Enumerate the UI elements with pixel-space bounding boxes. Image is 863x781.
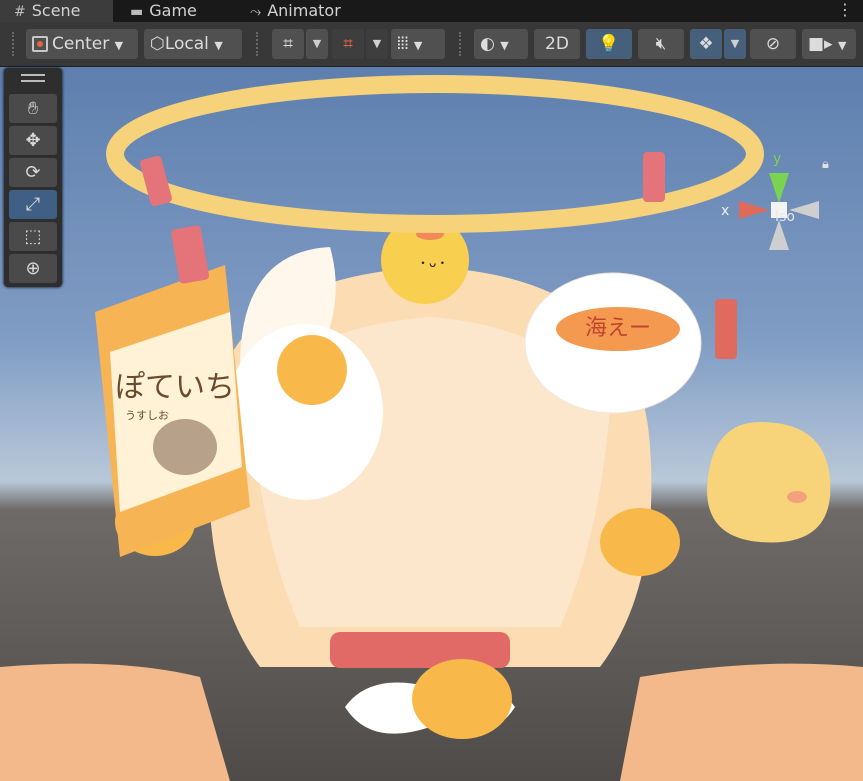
toolbar-separator bbox=[256, 32, 260, 56]
egg-yolk bbox=[277, 335, 347, 405]
effects-layers-icon: ❖ bbox=[698, 34, 714, 54]
lock-icon[interactable]: 🔒︎ bbox=[822, 157, 829, 172]
move-arrows-icon: ✥ bbox=[25, 130, 41, 151]
potato-mascot bbox=[153, 419, 217, 475]
editor-tab-bar: # Scene ▬ Game ⤳ Animator ⋮ bbox=[0, 0, 863, 22]
gizmo-y-label: y bbox=[773, 151, 781, 167]
gizmo-x-label: x bbox=[721, 203, 729, 219]
effects-dropdown[interactable]: ▼ bbox=[724, 29, 746, 59]
grid-snapping-button[interactable]: ⌗ bbox=[272, 29, 304, 59]
tab-scene-label: Scene bbox=[31, 1, 81, 20]
2d-mode-toggle[interactable]: 2D bbox=[534, 29, 580, 59]
tab-scene[interactable]: # Scene bbox=[0, 0, 113, 22]
audio-mute-icon: 🔇︎ bbox=[655, 34, 667, 54]
collar bbox=[330, 632, 510, 668]
tab-animator[interactable]: ⤳ Animator bbox=[250, 0, 341, 22]
rotate-tool-button[interactable]: ⟳ bbox=[9, 158, 57, 187]
audio-toggle[interactable]: 🔇︎ bbox=[638, 29, 684, 59]
increment-snap-dropdown[interactable]: ▼ bbox=[366, 29, 388, 59]
pivot-rotation-dropdown[interactable]: ⬡Local ▼ bbox=[144, 29, 242, 59]
hidden-objects-toggle[interactable]: ⊘ bbox=[750, 29, 796, 59]
plate-label: 海えー bbox=[585, 316, 651, 341]
bag-sublabel: うすしお bbox=[125, 409, 169, 422]
chevron-down-icon: ▼ bbox=[730, 37, 740, 50]
move-tool-button[interactable]: ✥ bbox=[9, 126, 57, 155]
transform-icon: ⊕ bbox=[25, 258, 41, 279]
chevron-down-icon: ▼ bbox=[838, 39, 847, 52]
shading-sphere-icon: ◐ bbox=[480, 34, 495, 54]
scene-toolbar: Center ▼ ⬡Local ▼ ⌗ ▼ ⌗ ▼ ⦙⦙⦙ ▼ ◐ ▼ 2D 💡… bbox=[0, 22, 863, 67]
chevron-down-icon: ▼ bbox=[500, 39, 509, 52]
pivot-rotation-label: Local bbox=[164, 34, 209, 54]
chevron-down-icon: ▼ bbox=[114, 39, 124, 52]
cube-icon: ⬡ bbox=[150, 34, 165, 54]
clothespin-hanging bbox=[715, 299, 737, 359]
grid-visibility-dropdown[interactable]: ⦙⦙⦙ ▼ bbox=[391, 29, 445, 59]
arm-left bbox=[0, 663, 230, 781]
toolbar-separator bbox=[459, 32, 463, 56]
gizmo-x-axis[interactable] bbox=[739, 201, 769, 219]
ball-blush bbox=[787, 491, 807, 503]
scene-viewport[interactable]: ・ᴗ・ ぽていち うすしお 海えー y x 🔒︎ bbox=[0, 67, 863, 781]
gamepad-icon: ▬ bbox=[130, 4, 144, 20]
pivot-center-icon bbox=[32, 36, 48, 52]
scale-icon: ⤢ bbox=[25, 194, 41, 215]
pivot-position-label: Center bbox=[52, 34, 110, 54]
effects-toggle[interactable]: ❖ bbox=[690, 29, 722, 59]
draw-mode-dropdown[interactable]: ◐ ▼ bbox=[474, 29, 528, 59]
hanging-ball bbox=[707, 422, 831, 543]
chick-face: ・ᴗ・ bbox=[417, 256, 448, 270]
scale-tool-button[interactable]: ⤢ bbox=[9, 190, 57, 219]
clothespin-bag bbox=[171, 225, 210, 284]
tab-game-label: Game bbox=[149, 1, 197, 20]
rect-transform-icon: ⬚ bbox=[24, 226, 42, 247]
increment-snap-icon: ⌗ bbox=[343, 34, 353, 54]
chevron-down-icon: ▼ bbox=[413, 39, 423, 52]
chevron-down-icon: ▼ bbox=[312, 37, 322, 50]
increment-snap-button[interactable]: ⌗ bbox=[332, 29, 364, 59]
rotate-icon: ⟳ bbox=[25, 162, 41, 183]
chevron-down-icon: ▼ bbox=[214, 39, 223, 52]
view-tool-button[interactable]: ✋︎ bbox=[9, 94, 57, 123]
lightbulb-icon: 💡 bbox=[598, 34, 620, 54]
tab-animator-label: Animator bbox=[267, 1, 341, 20]
drag-handle-icon[interactable] bbox=[21, 74, 45, 82]
tab-menu-icon[interactable]: ⋮ bbox=[837, 0, 853, 20]
collar-bell bbox=[412, 659, 512, 739]
eye-slash-icon: ⊘ bbox=[765, 34, 781, 54]
bell-right bbox=[600, 508, 680, 576]
bag-label: ぽていち bbox=[115, 370, 235, 405]
clothespin-right bbox=[643, 152, 665, 202]
rect-tool-button[interactable]: ⬚ bbox=[9, 222, 57, 251]
transform-tools-palette: ✋︎ ✥ ⟳ ⤢ ⬚ ⊕ bbox=[4, 68, 62, 287]
transform-tool-button[interactable]: ⊕ bbox=[9, 254, 57, 283]
grid-ruler-icon: ⦙⦙⦙ bbox=[397, 34, 409, 54]
hand-icon: ✋︎ bbox=[27, 98, 39, 119]
projection-label[interactable]: Iso bbox=[775, 209, 795, 225]
chevron-down-icon: ▼ bbox=[372, 37, 382, 50]
scene-grid-icon: # bbox=[14, 4, 26, 20]
scene-lighting-toggle[interactable]: 💡 bbox=[586, 29, 632, 59]
pivot-position-dropdown[interactable]: Center ▼ bbox=[26, 29, 138, 59]
tab-game[interactable]: ▬ Game bbox=[130, 0, 197, 22]
scene-camera-dropdown[interactable]: ■▸ ▼ bbox=[802, 29, 856, 59]
gizmo-y-axis[interactable] bbox=[769, 173, 789, 203]
arm-right bbox=[620, 663, 863, 781]
toolbar-separator bbox=[12, 32, 16, 56]
grid-snap-icon: ⌗ bbox=[283, 34, 293, 54]
grid-snapping-dropdown[interactable]: ▼ bbox=[306, 29, 328, 59]
camera-icon: ■▸ bbox=[808, 34, 833, 54]
animator-icon: ⤳ bbox=[250, 4, 262, 20]
2d-mode-label: 2D bbox=[545, 34, 569, 54]
